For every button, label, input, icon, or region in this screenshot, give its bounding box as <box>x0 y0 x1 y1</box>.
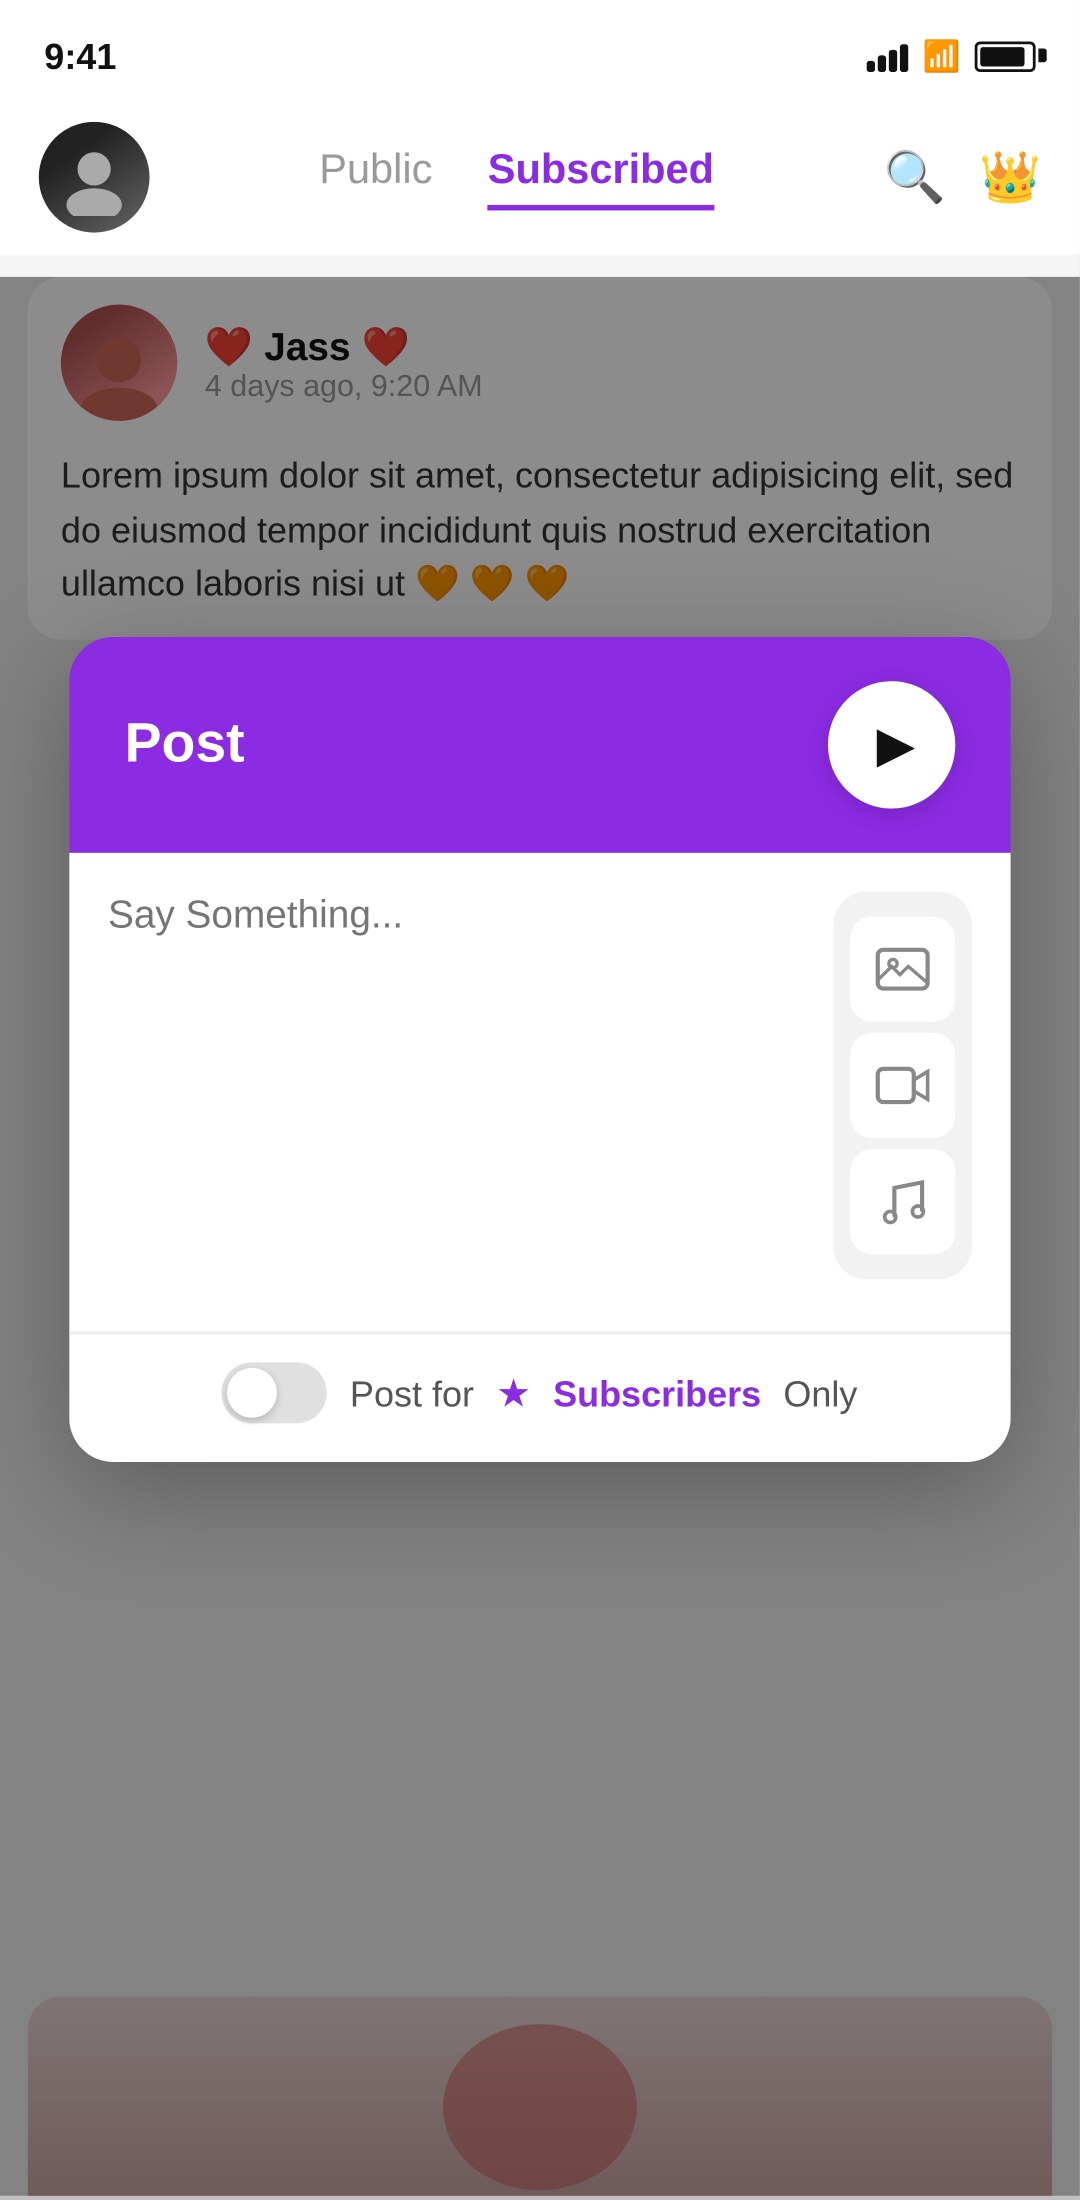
header: Public Subscribed 🔍 👑 <box>0 100 1080 255</box>
modal-body <box>69 853 1010 1332</box>
user-avatar[interactable] <box>39 122 150 233</box>
search-icon[interactable]: 🔍 <box>884 148 946 206</box>
wifi-icon: 📶 <box>923 37 961 73</box>
tab-public[interactable]: Public <box>319 145 432 209</box>
music-upload-button[interactable] <box>850 1149 955 1254</box>
modal-footer: Post for ★ Subscribers Only <box>69 1332 1010 1462</box>
modal-overlay: Post ▶ <box>0 277 1080 2196</box>
post-for-label: Post for <box>350 1372 474 1414</box>
status-icons: 📶 <box>868 37 1036 73</box>
subscribers-toggle[interactable] <box>223 1362 328 1423</box>
crown-icon[interactable]: 👑 <box>979 148 1041 206</box>
image-upload-button[interactable] <box>850 917 955 1022</box>
post-text-input[interactable] <box>108 892 806 1280</box>
toggle-knob <box>228 1368 278 1418</box>
video-upload-button[interactable] <box>850 1033 955 1138</box>
header-actions: 🔍 👑 <box>884 148 1041 206</box>
post-modal: Post ▶ <box>69 637 1010 1462</box>
signal-icon <box>868 39 910 72</box>
battery-icon <box>975 40 1036 70</box>
textarea-wrap <box>108 892 806 1294</box>
tab-subscribed[interactable]: Subscribed <box>488 145 714 209</box>
toggle-wrap <box>223 1362 328 1423</box>
send-button[interactable]: ▶ <box>828 681 955 808</box>
header-tabs: Public Subscribed <box>177 145 856 209</box>
subscribers-label: Subscribers <box>553 1372 761 1414</box>
media-buttons <box>833 892 971 1280</box>
modal-header: Post ▶ <box>69 637 1010 853</box>
only-label: Only <box>783 1372 857 1414</box>
status-bar: 9:41 📶 <box>0 0 1080 100</box>
status-time: 9:41 <box>44 35 116 77</box>
avatar-image <box>39 122 150 233</box>
send-icon: ▶ <box>877 716 915 774</box>
star-icon: ★ <box>496 1369 531 1416</box>
modal-title: Post <box>125 713 245 777</box>
